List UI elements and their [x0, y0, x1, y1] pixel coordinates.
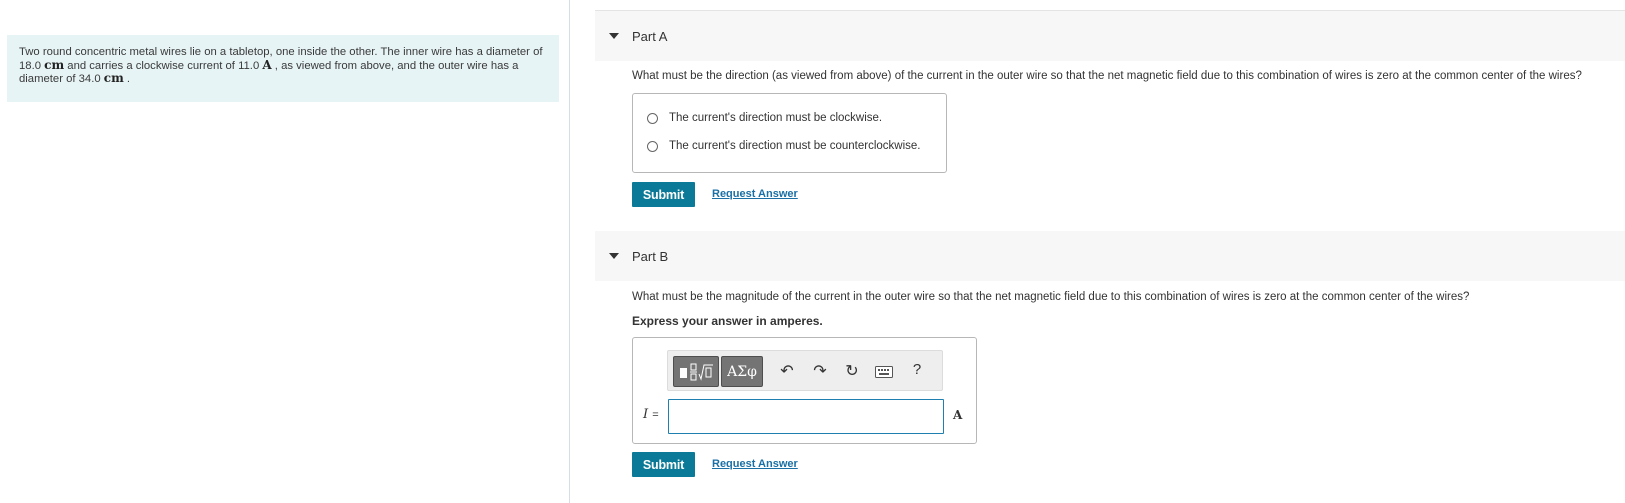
unit-cm-2: cm [103, 71, 124, 85]
part-a-request-answer-link[interactable]: Request Answer [712, 188, 798, 200]
unit-ampere: A [262, 57, 272, 72]
part-a-choices: The current's direction must be clockwis… [632, 93, 947, 173]
collapse-caret-icon[interactable] [609, 33, 619, 39]
choice-label: The current's direction must be clockwis… [669, 112, 883, 124]
choice-label: The current's direction must be counterc… [669, 140, 921, 152]
keyboard-icon[interactable] [873, 363, 895, 382]
variable-label: I = [643, 407, 659, 422]
answer-input[interactable] [668, 399, 944, 434]
part-b-request-answer-link[interactable]: Request Answer [712, 458, 798, 470]
radio-button[interactable] [647, 140, 658, 152]
choice-clockwise[interactable]: The current's direction must be clockwis… [647, 112, 882, 124]
part-a-title: Part A [632, 28, 668, 44]
unit-cm-1: cm [44, 57, 65, 72]
problem-panel: Two round concentric metal wires lie on … [0, 0, 570, 503]
unit-label: A [953, 408, 963, 422]
undo-icon[interactable]: ↶ [776, 361, 798, 380]
fraction-sqrt-template-icon[interactable] [673, 356, 719, 387]
problem-text-2: and carries a clockwise current of 11.0 [64, 59, 263, 72]
math-toolbar: ΑΣφ ↶ ↷ ↻ ? [667, 350, 943, 391]
answer-area: ΑΣφ ↶ ↷ ↻ ? I = A [632, 337, 977, 444]
part-a-header[interactable]: Part A [595, 11, 1625, 61]
choice-counterclockwise[interactable]: The current's direction must be counterc… [647, 140, 920, 152]
part-b-header[interactable]: Part B [595, 231, 1625, 281]
problem-statement: Two round concentric metal wires lie on … [7, 35, 559, 102]
part-b-submit-button[interactable]: Submit [632, 452, 695, 477]
radio-button[interactable] [647, 112, 658, 124]
part-a-submit-button[interactable]: Submit [632, 182, 695, 207]
part-b-title: Part B [632, 248, 669, 264]
reset-icon[interactable]: ↻ [841, 361, 863, 380]
parts-panel: Part A What must be the direction (as vi… [571, 0, 1625, 503]
help-icon[interactable]: ? [906, 361, 928, 378]
problem-text-4: . [123, 73, 131, 85]
symbols-button[interactable]: ΑΣφ [721, 356, 763, 387]
part-b-question: What must be the magnitude of the curren… [632, 291, 1470, 303]
collapse-caret-icon[interactable] [609, 253, 619, 259]
part-b-instruction: Express your answer in amperes. [632, 314, 823, 328]
part-a-question: What must be the direction (as viewed fr… [632, 70, 1582, 82]
redo-icon[interactable]: ↷ [809, 361, 831, 380]
